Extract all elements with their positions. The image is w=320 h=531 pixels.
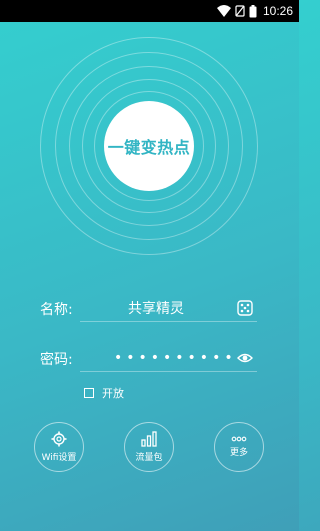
more-button[interactable]: 更多 [214,422,264,472]
wifi-icon [216,5,231,17]
status-time: 10:26 [262,4,293,18]
data-package-label: 流量包 [135,453,163,463]
ellipsis-icon [231,436,247,442]
status-bar: 10:26 [0,0,299,22]
bar-chart-icon [141,431,157,447]
wifi-settings-label: Wifi设置 [41,453,77,463]
dice-icon[interactable] [237,300,253,316]
battery-icon [249,4,257,17]
hotspot-button[interactable]: 一键变热点 [104,101,194,191]
hotspot-label: 一键变热点 [107,138,191,157]
name-row: 名称: 共享精灵 [40,294,262,324]
more-label: 更多 [229,448,248,458]
name-input[interactable]: 共享精灵 [80,298,210,318]
wifi-settings-button[interactable]: Wifi设置 [34,422,84,472]
data-package-button[interactable]: 流量包 [124,422,174,472]
open-label: 开放 [102,387,124,400]
open-checkbox[interactable] [84,388,94,398]
name-field: 共享精灵 [80,294,257,322]
eye-icon[interactable] [237,350,253,366]
no-sim-icon [235,5,245,17]
password-field: •••••••••• [80,344,257,372]
gear-icon [51,431,67,447]
name-label: 名称: [40,302,73,318]
password-input[interactable]: •••••••••• [80,350,237,366]
password-row: 密码: •••••••••• [40,344,262,374]
open-option[interactable]: 开放 [84,385,124,401]
password-label: 密码: [40,352,73,368]
